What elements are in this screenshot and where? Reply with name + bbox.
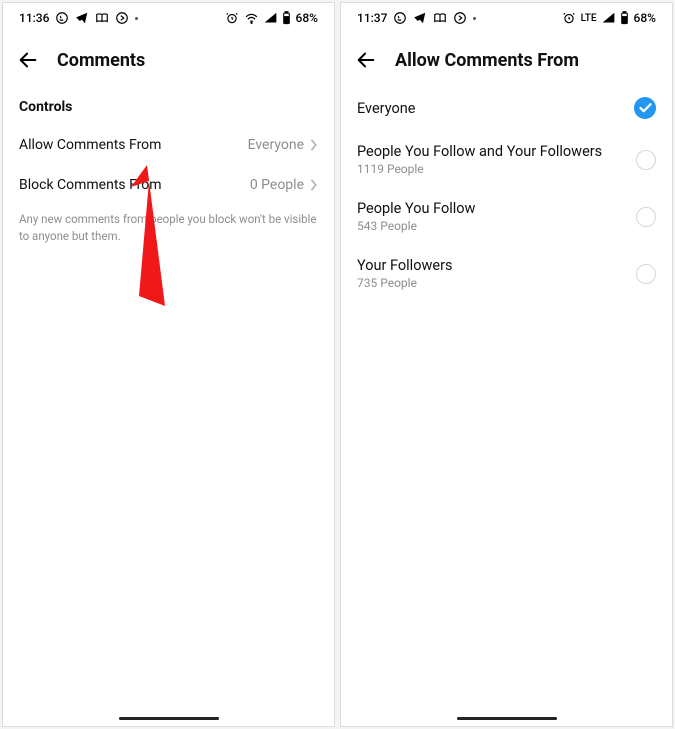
chevron-right-icon — [310, 139, 318, 151]
setting-label: Block Comments From — [19, 177, 250, 193]
nav-handle[interactable] — [119, 717, 219, 720]
status-lte: LTE — [581, 13, 597, 24]
whatsapp-icon — [393, 11, 407, 25]
helper-text: Any new comments from people you block w… — [3, 205, 334, 244]
circle-chevron-icon — [453, 11, 467, 25]
page-header: Comments — [3, 33, 334, 85]
setting-value: 0 People — [250, 177, 304, 193]
section-heading-controls: Controls — [3, 85, 334, 125]
battery-icon — [282, 11, 291, 25]
alarm-icon — [562, 11, 576, 25]
chevron-right-icon — [310, 179, 318, 191]
statusbar-right: 68% — [225, 11, 318, 25]
option-follow-mutual[interactable]: People You Follow and Your Followers 111… — [341, 131, 672, 188]
status-battery: 68% — [634, 11, 656, 25]
back-button[interactable] — [17, 49, 39, 71]
option-label: People You Follow — [357, 200, 624, 217]
statusbar-right: LTE 68% — [562, 11, 656, 25]
telegram-icon — [413, 11, 427, 25]
phone-left: 11:36 68% Comments Controls Allow Com — [2, 2, 335, 727]
signal-icon — [264, 12, 277, 24]
setting-block-comments-from[interactable]: Block Comments From 0 People — [3, 165, 334, 205]
setting-allow-comments-from[interactable]: Allow Comments From Everyone — [3, 125, 334, 165]
arrow-left-icon — [17, 49, 39, 71]
radio-empty-icon — [636, 150, 656, 170]
nav-handle[interactable] — [457, 717, 557, 720]
status-time: 11:36 — [19, 11, 49, 25]
arrow-left-icon — [355, 49, 377, 71]
page-title: Allow Comments From — [395, 50, 579, 71]
whatsapp-icon — [55, 11, 69, 25]
option-everyone[interactable]: Everyone — [341, 85, 672, 131]
statusbar-left: 11:37 — [357, 11, 476, 25]
option-sublabel: 735 People — [357, 276, 624, 290]
option-label: People You Follow and Your Followers — [357, 143, 624, 160]
statusbar-left: 11:36 — [19, 11, 138, 25]
setting-value: Everyone — [248, 137, 304, 153]
back-button[interactable] — [355, 49, 377, 71]
page-title: Comments — [57, 50, 145, 71]
option-sublabel: 543 People — [357, 219, 624, 233]
radio-empty-icon — [636, 207, 656, 227]
radio-empty-icon — [636, 264, 656, 284]
setting-label: Allow Comments From — [19, 137, 248, 153]
book-icon — [95, 12, 109, 24]
status-battery: 68% — [296, 11, 318, 25]
check-icon — [634, 97, 656, 119]
circle-chevron-icon — [115, 11, 129, 25]
wifi-icon — [244, 12, 259, 24]
phone-right: 11:37 LTE 68% Allow Comments From Everyo… — [340, 2, 673, 727]
alarm-icon — [225, 11, 239, 25]
book-icon — [433, 12, 447, 24]
signal-icon — [602, 12, 615, 24]
dot-icon — [135, 17, 138, 20]
page-header: Allow Comments From — [341, 33, 672, 85]
statusbar: 11:37 LTE 68% — [341, 3, 672, 33]
status-time: 11:37 — [357, 11, 387, 25]
statusbar: 11:36 68% — [3, 3, 334, 33]
telegram-icon — [75, 11, 89, 25]
option-followers[interactable]: Your Followers 735 People — [341, 245, 672, 302]
option-following[interactable]: People You Follow 543 People — [341, 188, 672, 245]
battery-icon — [620, 11, 629, 25]
dot-icon — [473, 17, 476, 20]
option-label: Your Followers — [357, 257, 624, 274]
option-sublabel: 1119 People — [357, 162, 624, 176]
option-label: Everyone — [357, 100, 622, 117]
